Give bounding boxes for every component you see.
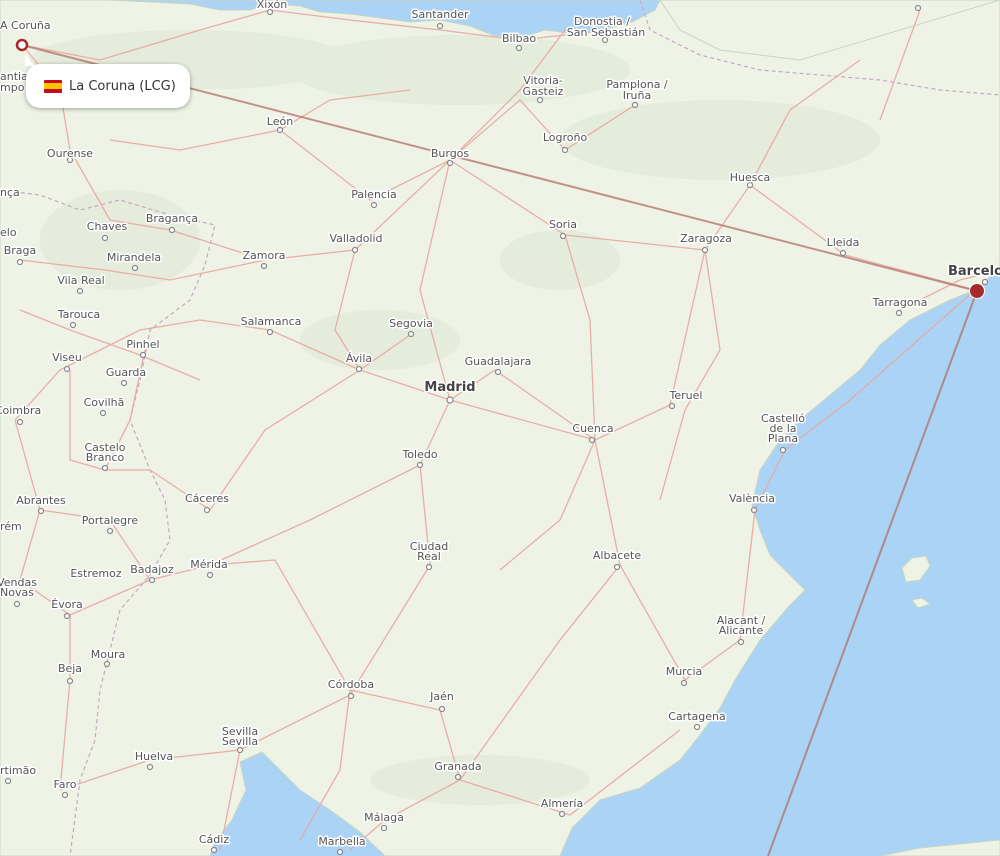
city-label-faro: Faro <box>53 778 76 791</box>
city-label-portalegre: Portalegre <box>82 514 139 527</box>
city-label-rem: rém <box>0 520 22 533</box>
city-label-braganca: Bragança <box>146 212 198 225</box>
city-label-palencia: Palencia <box>351 188 397 201</box>
city-label-avila: Ávila <box>346 352 372 365</box>
city-label-chaves: Chaves <box>87 220 128 233</box>
city-label-portimao: rtimão <box>0 764 36 777</box>
city-label-vila-real: Vila Real <box>57 274 104 287</box>
city-label-cordoba: Córdoba <box>328 678 374 691</box>
city-label-albacete: Albacete <box>593 549 641 562</box>
city-label-huelva: Huelva <box>135 750 173 763</box>
city-label-badajoz: Badajoz <box>130 563 174 576</box>
city-label-caceres: Cáceres <box>185 492 229 505</box>
city-label-braga: Braga <box>4 244 37 257</box>
city-label-jaen: Jaén <box>429 690 454 703</box>
city-label-soria: Soria <box>549 218 577 231</box>
spain-flag-icon <box>44 79 62 93</box>
city-label-abrantes: Abrantes <box>16 494 66 507</box>
city-label-valencia: València <box>729 492 775 505</box>
city-label-pinhel: Pinhel <box>126 338 159 351</box>
city-label-beja: Beja <box>58 662 82 675</box>
city-label-malaga: Málaga <box>364 811 404 824</box>
city-label-barcelona: Barcelo <box>948 264 1000 279</box>
destination-marker[interactable] <box>969 283 985 299</box>
city-label-nca: nça <box>0 186 20 199</box>
city-label-mirandela: Mirandela <box>107 251 161 264</box>
city-label-sevilla-2: Sevilla <box>222 735 258 748</box>
city-label-evora: Évora <box>51 598 82 611</box>
city-label-logrono: Logroño <box>543 131 588 144</box>
city-label-zamora: Zamora <box>243 249 286 262</box>
city-label-xixon: Xixón <box>257 0 287 11</box>
origin-callout[interactable]: La Coruna (LCG) <box>25 54 190 108</box>
origin-marker[interactable] <box>15 38 29 52</box>
city-label-viseu: Viseu <box>52 351 82 364</box>
city-label-guadalajara: Guadalajara <box>465 355 532 368</box>
city-label-huesca: Huesca <box>730 171 771 184</box>
city-label-toledo: Toledo <box>401 448 437 461</box>
city-label-guarda: Guarda <box>106 366 146 379</box>
city-label-santander: Santander <box>412 8 469 21</box>
city-label-burgos: Burgos <box>431 147 470 160</box>
city-label-san-sebastian: San Sebastián <box>567 26 646 39</box>
city-label-covilha: Covilhã <box>84 396 125 409</box>
city-label-ourense: Ourense <box>47 147 93 160</box>
city-label-granada: Granada <box>434 760 481 773</box>
city-label-moura: Moura <box>91 648 125 661</box>
city-label-merida: Mérida <box>190 558 228 571</box>
city-label-gasteiz: Gasteiz <box>523 85 564 98</box>
city-label-valladolid: Valladolid <box>329 232 382 245</box>
city-label-tarragona: Tarragona <box>872 296 928 309</box>
city-label-plana: Plana <box>768 432 798 445</box>
city-label-novas: Novas <box>0 586 34 599</box>
city-label-leon: León <box>267 115 293 128</box>
city-label-salamanca: Salamanca <box>241 315 302 328</box>
city-label-la-coruna: A Coruña <box>0 19 51 32</box>
city-label-tarouca: Tarouca <box>57 308 100 321</box>
city-label-branco: Branco <box>86 451 125 464</box>
city-label-murcia: Murcia <box>666 665 703 678</box>
city-label-compostela: mpo <box>0 81 25 94</box>
city-label-elo: elo <box>0 226 17 239</box>
origin-label: La Coruna (LCG) <box>69 78 176 94</box>
city-label-coimbra: Coimbra <box>0 404 41 417</box>
city-label-zaragoza: Zaragoza <box>680 232 732 245</box>
city-label-bilbao: Bilbao <box>502 32 536 45</box>
city-label-madrid: Madrid <box>424 380 475 395</box>
callout-pointer <box>25 54 35 66</box>
city-label-cadiz: Cádiz <box>199 833 229 846</box>
city-label-real: Real <box>417 550 441 563</box>
city-label-cuenca: Cuenca <box>572 422 613 435</box>
city-label-iruna: Iruña <box>623 89 651 102</box>
city-label-teruel: Teruel <box>669 389 703 402</box>
city-label-marbella: Marbella <box>318 835 365 848</box>
city-label-segovia: Segovia <box>389 317 433 330</box>
city-label-cartagena: Cartagena <box>668 710 725 723</box>
map-canvas[interactable]: A Coruña Xixón Santander Bilbao Donostia… <box>0 0 1000 856</box>
city-label-estremoz: Estremoz <box>70 567 121 580</box>
city-label-alicante: Alicante <box>719 624 764 637</box>
city-label-almeria: Almería <box>541 797 583 810</box>
city-label-lleida: Lleida <box>827 236 860 249</box>
